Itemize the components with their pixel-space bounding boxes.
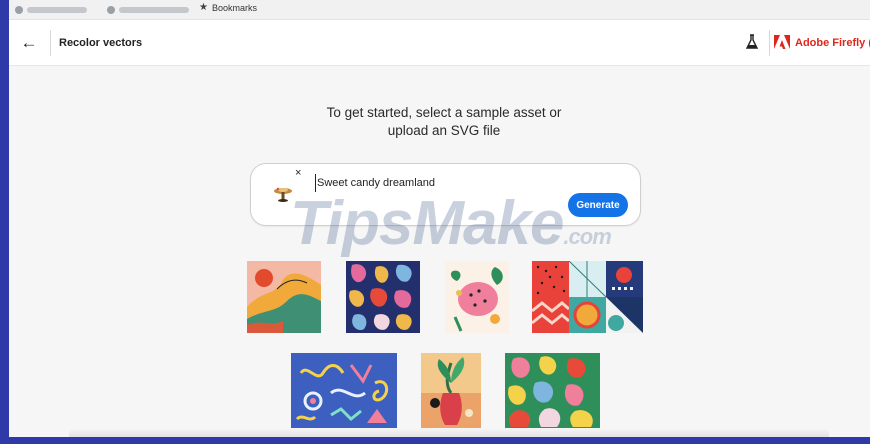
bookmark-item[interactable] [15, 5, 87, 14]
bookmarks-bar: ★ Bookmarks [9, 0, 870, 20]
sample-asset-vase[interactable] [421, 353, 481, 428]
geometric-grid-art [532, 261, 643, 333]
sample-asset-landscape[interactable] [247, 261, 321, 333]
sample-asset-abstract-shapes[interactable] [346, 261, 420, 333]
blurred-bookmark [119, 6, 189, 13]
watermark-suffix: .com [563, 224, 611, 249]
bookmarks-folder[interactable]: ★ Bookmarks [199, 1, 257, 13]
landscape-art [247, 261, 321, 333]
app-frame: ★ Bookmarks ← Recolor vectors Adobe Fire… [9, 0, 870, 437]
abstract-shapes-art [346, 261, 420, 333]
squiggles-art [291, 353, 397, 428]
arrow-left-icon: ← [20, 33, 38, 52]
flask-icon[interactable] [745, 34, 759, 50]
prompt-input[interactable] [315, 174, 577, 192]
star-icon: ★ [199, 1, 208, 13]
bookmark-item[interactable] [107, 5, 189, 14]
adobe-logo [774, 35, 790, 49]
sample-asset-botanical[interactable] [445, 261, 509, 333]
selected-asset-thumbnail[interactable] [271, 182, 295, 206]
back-button[interactable]: ← [18, 33, 40, 53]
sample-asset-geometric-grid[interactable] [532, 261, 643, 333]
favicon-icon [107, 5, 115, 14]
generate-button[interactable]: Generate [568, 193, 628, 217]
favicon-icon [15, 5, 23, 14]
remove-asset-button[interactable]: × [295, 167, 301, 179]
vase-art [421, 353, 481, 428]
intro-line-2: upload an SVG file [387, 123, 501, 138]
bookmarks-label: Bookmarks [211, 2, 257, 13]
bottom-shadow [69, 428, 829, 437]
blurred-bookmark [27, 6, 87, 13]
sample-asset-candy-blobs[interactable] [505, 353, 600, 428]
candy-blobs-art [505, 353, 600, 428]
prompt-box: × Generate [250, 163, 641, 226]
sample-asset-squiggles[interactable] [291, 353, 397, 428]
app-header: ← Recolor vectors Adobe Firefly (Beta) [9, 20, 870, 66]
intro-line-1: To get started, select a sample asset or [326, 105, 562, 120]
brand-name[interactable]: Adobe Firefly (Beta) [795, 37, 870, 49]
divider [769, 30, 770, 56]
botanical-art [445, 261, 509, 333]
divider [50, 30, 51, 56]
intro-text: To get started, select a sample asset or… [309, 104, 579, 140]
page-title: Recolor vectors [59, 37, 143, 49]
